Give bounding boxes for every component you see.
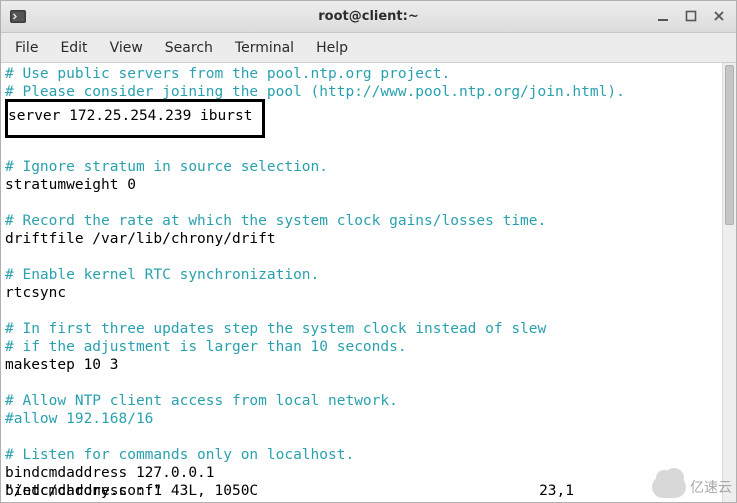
menu-view[interactable]: View (100, 36, 153, 60)
menu-edit[interactable]: Edit (50, 36, 97, 60)
terminal-area: # Use public servers from the pool.ntp.o… (1, 63, 736, 502)
terminal-app-icon (9, 8, 27, 26)
menu-file[interactable]: File (5, 36, 48, 60)
vertical-scrollbar[interactable] (722, 63, 736, 502)
comment-line: # Record the rate at which the system cl… (5, 213, 546, 229)
minimize-button[interactable] (656, 9, 670, 23)
status-cursor-pos: 23,1 (539, 482, 704, 500)
comment-line: # In first three updates step the system… (5, 321, 546, 337)
titlebar[interactable]: root@client:~ (1, 1, 736, 33)
config-line: stratumweight 0 (5, 177, 136, 193)
vim-status-line: "/etc/chrony.conf" 43L, 1050C 23,1 (5, 482, 704, 500)
terminal-window: root@client:~ File Edit View Search Term… (0, 0, 737, 503)
maximize-button[interactable] (684, 9, 698, 23)
config-line: bindcmdaddress 127.0.0.1 (5, 465, 215, 481)
menu-terminal[interactable]: Terminal (225, 36, 304, 60)
config-line: rtcsync (5, 285, 66, 301)
comment-line: #allow 192.168/16 (5, 411, 153, 427)
comment-line: # if the adjustment is larger than 10 se… (5, 339, 407, 355)
window-controls (652, 5, 730, 27)
config-line: makestep 10 3 (5, 357, 119, 373)
comment-line: # Allow NTP client access from local net… (5, 393, 398, 409)
highlighted-server-line: server 172.25.254.239 iburst (5, 99, 265, 138)
menubar: File Edit View Search Terminal Help (1, 33, 736, 63)
terminal-content[interactable]: # Use public servers from the pool.ntp.o… (1, 63, 722, 502)
comment-line: # Please consider joining the pool (http… (5, 84, 625, 100)
comment-line: # Ignore stratum in source selection. (5, 159, 328, 175)
status-file-info: "/etc/chrony.conf" 43L, 1050C (5, 483, 258, 499)
window-title: root@client:~ (318, 9, 418, 24)
config-line: driftfile /var/lib/chrony/drift (5, 231, 276, 247)
comment-line: # Listen for commands only on localhost. (5, 447, 354, 463)
config-line: server 172.25.254.239 iburst (8, 108, 252, 124)
menu-help[interactable]: Help (306, 36, 358, 60)
menu-search[interactable]: Search (155, 36, 223, 60)
comment-line: # Enable kernel RTC synchronization. (5, 267, 319, 283)
close-button[interactable] (712, 9, 726, 23)
comment-line: # Use public servers from the pool.ntp.o… (5, 66, 450, 82)
scrollbar-thumb[interactable] (725, 65, 734, 225)
